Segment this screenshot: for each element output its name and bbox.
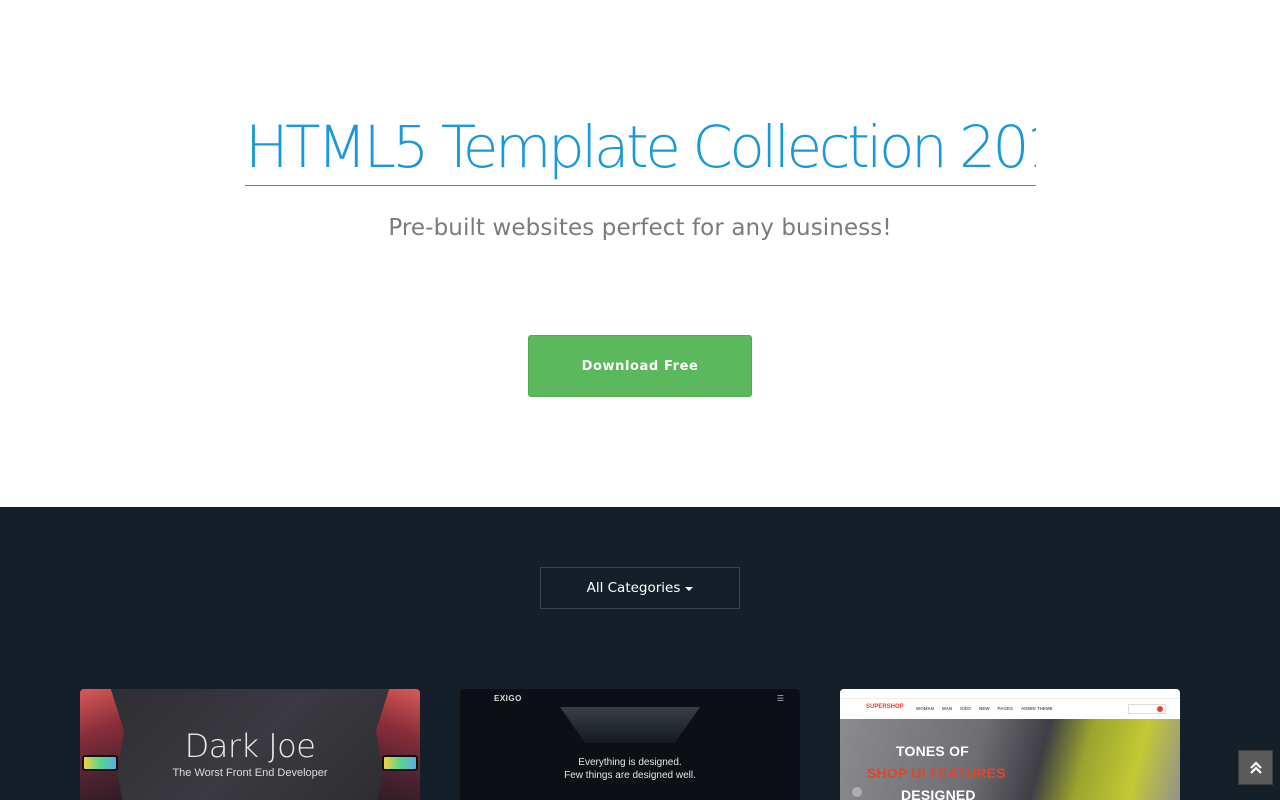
banner-headline-3: DESIGNED xyxy=(901,787,976,800)
shop-menu: WOMAN MAN KIDS NEW PAGES ADMIN THEME xyxy=(916,706,1053,711)
template-card-logo: SUPERSHOP xyxy=(866,704,904,710)
template-card-line-1: Everything is designed. xyxy=(578,757,682,768)
template-card-dark-joe[interactable]: Dark Joe The Worst Front End Developer xyxy=(80,689,420,800)
shop-menu-item: KIDS xyxy=(960,706,972,711)
banner-headline-2: SHOP UI FEATURES xyxy=(867,765,1006,781)
template-card-tagline: The Worst Front End Developer xyxy=(172,767,328,779)
template-card-line-2: Few things are designed well. xyxy=(564,770,696,781)
category-dropdown-label: All Categories xyxy=(586,580,681,596)
shop-navbar: SUPERSHOP WOMAN MAN KIDS NEW PAGES ADMIN… xyxy=(840,699,1180,719)
shop-topbar xyxy=(840,689,1180,699)
hamburger-icon: ☰ xyxy=(776,694,784,703)
shop-menu-item: WOMAN xyxy=(916,706,934,711)
back-to-top-button[interactable] xyxy=(1238,750,1273,785)
shop-menu-item: ADMIN THEME xyxy=(1020,706,1053,711)
template-gallery: All Categories Dark Joe The Worst Front … xyxy=(0,507,1280,800)
hero-section: HTML5 Template Collection 2017 Pre-built… xyxy=(0,0,1280,507)
banner-headline-1: TONES OF xyxy=(896,743,969,759)
template-card-logo: EXIGO xyxy=(494,694,522,703)
page-title: HTML5 Template Collection 2017 xyxy=(245,108,1036,186)
category-dropdown[interactable]: All Categories xyxy=(540,567,740,609)
caret-down-icon xyxy=(685,587,694,591)
hero-ceiling-image xyxy=(560,707,700,743)
slider-prev-icon xyxy=(852,787,862,797)
download-free-button[interactable]: Download Free xyxy=(528,335,752,397)
shop-cart-widget xyxy=(1128,704,1166,714)
shop-menu-item: PAGES xyxy=(997,706,1013,711)
double-chevron-up-icon xyxy=(1249,760,1262,774)
template-card-supershop[interactable]: SUPERSHOP WOMAN MAN KIDS NEW PAGES ADMIN… xyxy=(840,689,1180,800)
cart-badge-icon xyxy=(1157,706,1163,712)
shop-menu-item: MAN xyxy=(942,706,953,711)
template-card-exigo[interactable]: EXIGO ☰ Everything is designed. Few thin… xyxy=(460,689,800,800)
page-subtitle: Pre-built websites perfect for any busin… xyxy=(388,215,892,241)
shop-menu-item: NEW xyxy=(979,706,990,711)
template-card-title: Dark Joe xyxy=(184,727,316,765)
